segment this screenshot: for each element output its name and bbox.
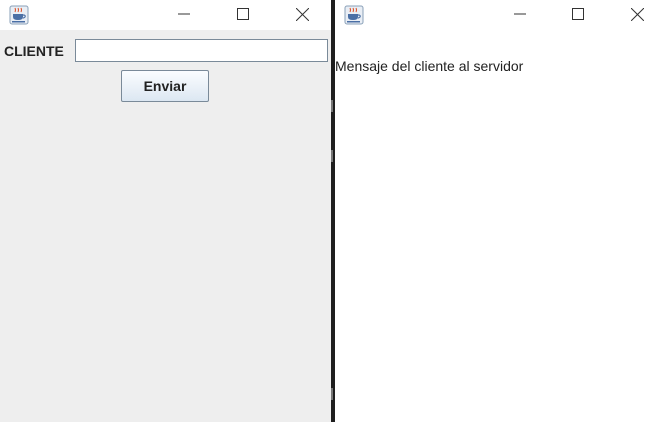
- maximize-icon: [237, 8, 249, 20]
- desktop: CLIENTE Enviar Mensaje del cliente al se…: [0, 0, 665, 422]
- cliente-label: CLIENTE: [4, 43, 64, 59]
- server-titlebar[interactable]: [335, 0, 665, 30]
- client-window: CLIENTE Enviar: [0, 0, 331, 422]
- minimize-icon: [178, 13, 190, 15]
- close-button[interactable]: [279, 0, 325, 28]
- maximize-button[interactable]: [220, 0, 266, 28]
- java-coffee-cup-icon[interactable]: [344, 5, 364, 25]
- minimize-button[interactable]: [161, 0, 207, 28]
- server-window: Mensaje del cliente al servidor: [335, 0, 665, 422]
- minimize-icon: [514, 13, 526, 15]
- message-input[interactable]: [75, 39, 328, 62]
- maximize-button[interactable]: [555, 0, 601, 28]
- close-button[interactable]: [614, 0, 660, 28]
- send-button[interactable]: Enviar: [121, 70, 209, 102]
- resize-handle-mark: [331, 150, 333, 162]
- resize-handle-mark: [331, 388, 333, 400]
- close-icon: [295, 7, 309, 21]
- minimize-button[interactable]: [497, 0, 543, 28]
- maximize-icon: [572, 8, 584, 20]
- close-icon: [630, 7, 644, 21]
- resize-handle-mark: [331, 100, 333, 112]
- java-coffee-cup-icon[interactable]: [9, 5, 29, 25]
- client-content: CLIENTE Enviar: [0, 30, 331, 422]
- client-titlebar[interactable]: [0, 0, 331, 30]
- server-content: Mensaje del cliente al servidor: [335, 30, 665, 422]
- server-message: Mensaje del cliente al servidor: [335, 58, 524, 74]
